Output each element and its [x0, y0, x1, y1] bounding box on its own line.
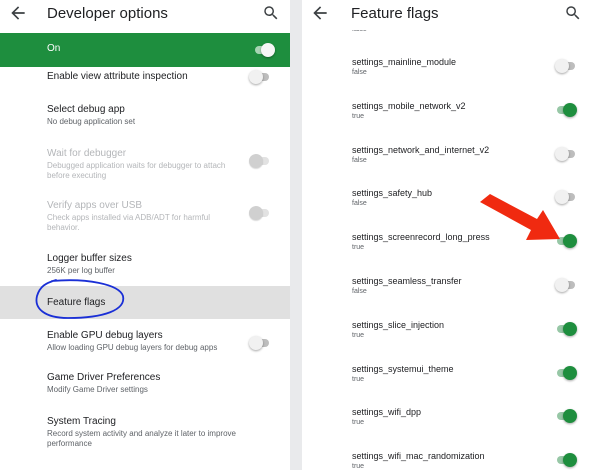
red-arrow-annotation	[480, 194, 560, 240]
